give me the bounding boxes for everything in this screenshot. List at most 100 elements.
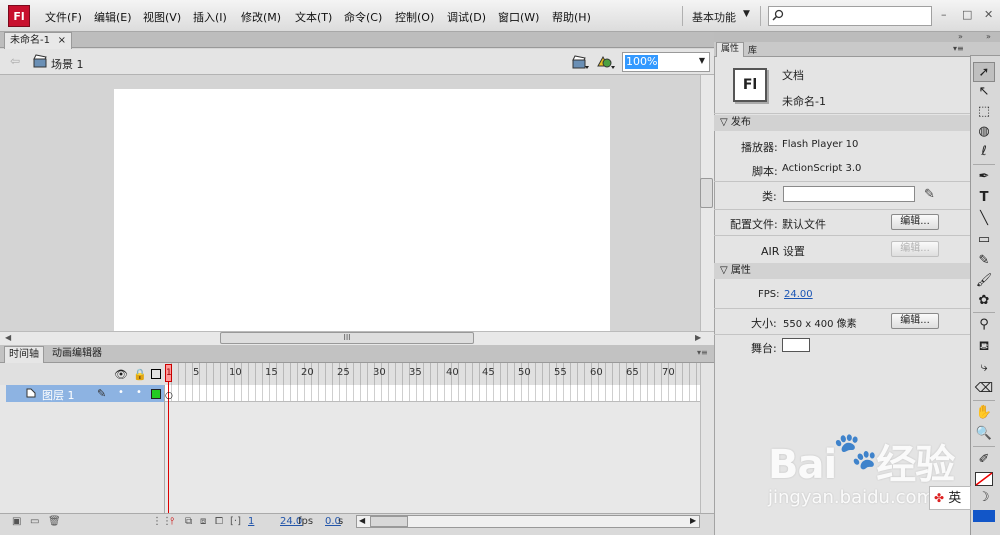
subselection-tool-icon[interactable]: ↖ bbox=[973, 82, 995, 102]
panel-collapse-strip[interactable] bbox=[970, 32, 1000, 42]
onion-skin-icon[interactable]: ⧉ bbox=[185, 516, 192, 527]
paint-bucket-tool-icon[interactable]: ⛾ bbox=[973, 337, 995, 357]
bone-tool-icon[interactable]: ⚲ bbox=[973, 315, 995, 335]
free-transform-tool-icon[interactable]: ⬚ bbox=[973, 102, 995, 122]
layer-lock-dot[interactable]: • bbox=[136, 387, 142, 398]
current-frame[interactable]: 1 bbox=[248, 516, 254, 527]
scene-label[interactable]: 场景 1 bbox=[51, 56, 84, 72]
moon-icon[interactable]: ☽ bbox=[978, 490, 990, 505]
edit-scene-icon[interactable] bbox=[572, 54, 590, 70]
pencil-icon[interactable]: ✎ bbox=[924, 187, 935, 202]
scroll-left-icon[interactable]: ◀ bbox=[359, 516, 365, 525]
panel-collapse-strip[interactable] bbox=[714, 32, 970, 42]
menu-commands[interactable]: 命令(C) bbox=[344, 9, 382, 25]
edit-multiple-frames-icon[interactable]: ⧠ bbox=[215, 516, 223, 527]
stage-canvas[interactable] bbox=[114, 89, 610, 331]
lasso-tool-icon[interactable]: ℓ bbox=[973, 142, 995, 162]
stroke-swatch-icon[interactable] bbox=[975, 472, 993, 486]
tools-header bbox=[970, 42, 1000, 56]
tab-library[interactable]: 库 bbox=[748, 43, 757, 56]
menu-view[interactable]: 视图(V) bbox=[143, 9, 181, 25]
class-input[interactable] bbox=[783, 186, 915, 202]
frame-ruler[interactable] bbox=[165, 363, 700, 385]
menu-control[interactable]: 控制(O) bbox=[395, 9, 434, 25]
selection-tool-icon[interactable]: ➚ bbox=[973, 62, 995, 82]
pencil-tool-icon[interactable]: ✎ bbox=[973, 251, 995, 271]
layer-visible-dot[interactable]: • bbox=[118, 387, 124, 398]
document-tab[interactable]: 未命名-1 × bbox=[4, 32, 72, 49]
edit-size-button[interactable]: 编辑... bbox=[891, 313, 939, 329]
frames-area[interactable] bbox=[165, 385, 700, 513]
layer-name[interactable]: 图层 1 bbox=[42, 387, 75, 403]
fps-value[interactable]: 24.00 bbox=[784, 289, 813, 300]
minimize-button[interactable]: – bbox=[941, 8, 947, 21]
panel-menu-icon[interactable]: ▾≡ bbox=[697, 348, 708, 357]
eye-icon[interactable]: 👁 bbox=[114, 368, 128, 381]
hand-tool-icon[interactable]: ✋ bbox=[973, 403, 995, 423]
new-layer-icon[interactable]: ▣ bbox=[12, 516, 21, 527]
brush-tool-icon[interactable]: 🖌 bbox=[973, 271, 995, 291]
new-folder-icon[interactable]: ▭ bbox=[30, 516, 39, 527]
ime-indicator[interactable]: ✤ 英 bbox=[929, 486, 971, 510]
timeline-vertical-scrollbar[interactable] bbox=[700, 363, 714, 513]
stroke-color-icon[interactable]: ✐ bbox=[973, 450, 995, 470]
tab-properties[interactable]: 属性 bbox=[716, 42, 745, 57]
menu-help[interactable]: 帮助(H) bbox=[552, 9, 591, 25]
rectangle-tool-icon[interactable]: ▭ bbox=[973, 230, 995, 250]
scroll-right-icon[interactable]: ▶ bbox=[690, 516, 696, 525]
ruler-number: 25 bbox=[337, 367, 350, 378]
chevron-down-icon[interactable]: ▼ bbox=[699, 56, 705, 65]
chevron-down-icon[interactable]: ▼ bbox=[743, 9, 750, 19]
center-frame-icon[interactable]: ⫯ bbox=[170, 516, 174, 527]
fill-color-swatch[interactable] bbox=[973, 510, 995, 522]
edit-air-button[interactable]: 编辑... bbox=[891, 241, 939, 257]
tab-timeline[interactable]: 时间轴 bbox=[4, 346, 44, 363]
stage-horizontal-scroll-thumb[interactable]: III bbox=[220, 332, 474, 344]
menu-debug[interactable]: 调试(D) bbox=[447, 9, 486, 25]
panel-menu-icon[interactable]: ▾≡ bbox=[953, 44, 964, 53]
pen-tool-icon[interactable]: ✒ bbox=[973, 167, 995, 187]
scroll-left-icon[interactable]: ◀ bbox=[5, 333, 11, 342]
section-properties[interactable]: ▽ 属性 bbox=[714, 263, 970, 279]
modify-onion-markers-icon[interactable]: [·] bbox=[230, 516, 241, 527]
scroll-right-icon[interactable]: ▶ bbox=[695, 333, 701, 342]
close-window-button[interactable]: ✕ bbox=[984, 8, 993, 21]
empty-keyframe-icon[interactable]: ○ bbox=[165, 391, 173, 401]
stage-vertical-scroll-thumb[interactable] bbox=[700, 178, 713, 208]
lock-icon[interactable]: 🔒 bbox=[133, 368, 147, 381]
menu-insert[interactable]: 插入(I) bbox=[193, 9, 227, 25]
collapse-icon[interactable]: » bbox=[986, 32, 991, 41]
stage-color-swatch[interactable] bbox=[782, 338, 810, 352]
layer-outline-color[interactable] bbox=[151, 389, 161, 399]
outline-toggle-icon[interactable] bbox=[151, 369, 161, 379]
delete-layer-icon[interactable]: 🗑 bbox=[48, 516, 61, 527]
tab-motion-editor[interactable]: 动画编辑器 bbox=[48, 346, 106, 363]
workspace-switcher[interactable]: 基本功能 bbox=[692, 9, 736, 25]
menu-edit[interactable]: 编辑(E) bbox=[94, 9, 132, 25]
section-publish[interactable]: ▽ 发布 bbox=[714, 115, 970, 131]
onion-outline-icon[interactable]: ⧈ bbox=[200, 516, 206, 527]
menu-window[interactable]: 窗口(W) bbox=[498, 9, 539, 25]
3d-rotation-tool-icon[interactable]: ◍ bbox=[973, 122, 995, 142]
zoom-tool-icon[interactable]: 🔍 bbox=[973, 424, 995, 444]
edit-profile-button[interactable]: 编辑... bbox=[891, 214, 939, 230]
line-tool-icon[interactable]: ╲ bbox=[973, 209, 995, 229]
deco-tool-icon[interactable]: ✿ bbox=[973, 291, 995, 311]
frames-row[interactable] bbox=[165, 385, 700, 402]
menu-file[interactable]: 文件(F) bbox=[45, 9, 82, 25]
playhead[interactable]: 1 bbox=[165, 364, 172, 382]
eyedropper-tool-icon[interactable]: ⤷ bbox=[973, 358, 995, 378]
menu-modify[interactable]: 修改(M) bbox=[241, 9, 281, 25]
edit-symbol-icon[interactable] bbox=[596, 54, 616, 70]
restore-button[interactable]: □ bbox=[962, 8, 972, 21]
back-arrow-icon[interactable]: ⇦ bbox=[10, 54, 20, 68]
help-search-input[interactable] bbox=[768, 6, 932, 26]
menu-text[interactable]: 文本(T) bbox=[295, 9, 332, 25]
close-icon[interactable]: × bbox=[58, 33, 66, 48]
collapse-icon[interactable]: » bbox=[958, 32, 963, 41]
text-tool-icon[interactable]: T bbox=[973, 188, 995, 208]
eraser-tool-icon[interactable]: ⌫ bbox=[973, 379, 995, 399]
splitter-grip-icon[interactable]: ⋮⋮ bbox=[152, 516, 172, 527]
zoom-select[interactable]: 100% ▼ bbox=[622, 52, 710, 72]
timeline-scroll-thumb[interactable] bbox=[370, 516, 408, 527]
